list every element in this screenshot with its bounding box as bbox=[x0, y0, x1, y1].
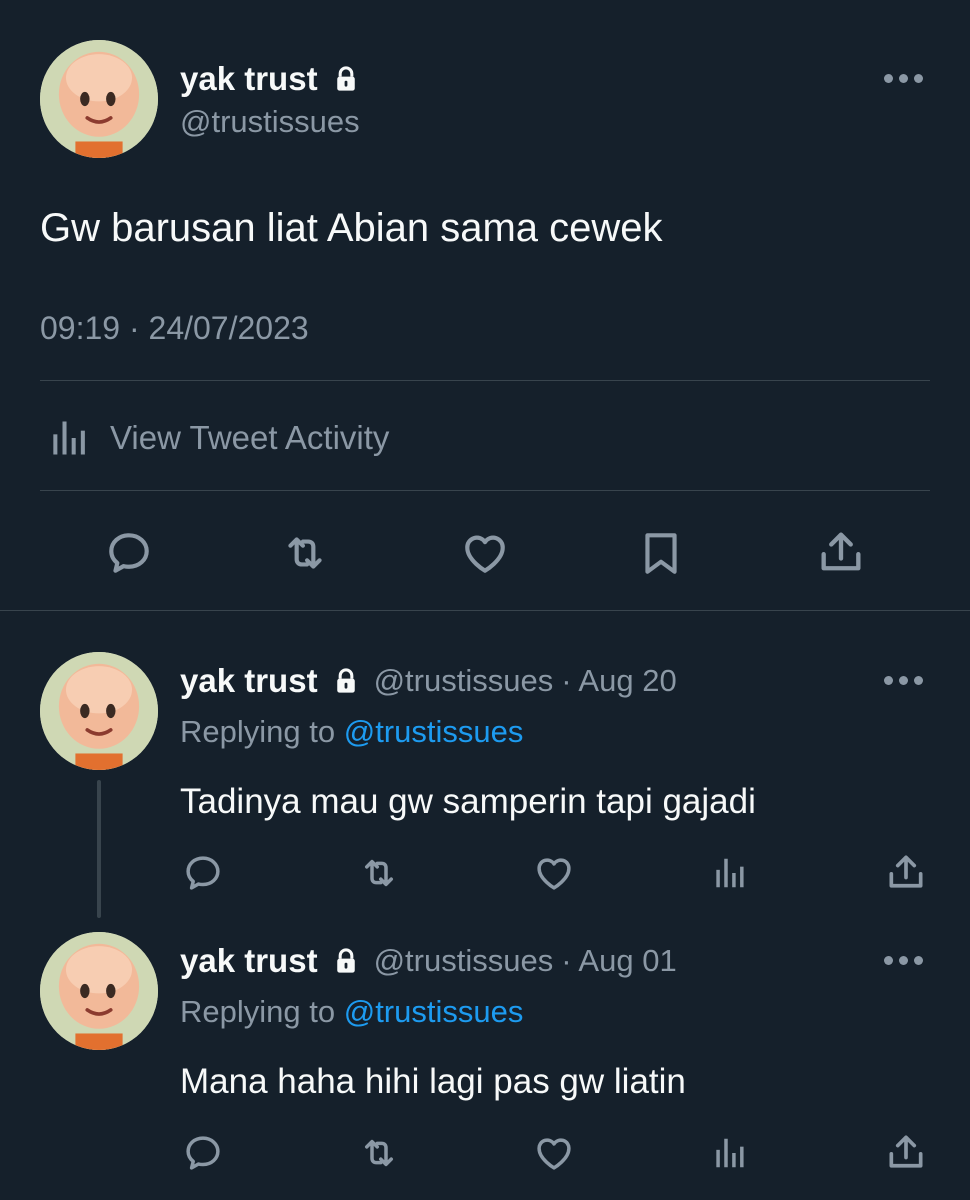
bookmark-button[interactable] bbox=[636, 526, 686, 580]
retweet-icon bbox=[355, 1132, 403, 1174]
analytics-button[interactable] bbox=[710, 1134, 748, 1172]
replying-to: Replying to @trustissues bbox=[180, 714, 523, 750]
more-options-button[interactable] bbox=[884, 74, 923, 83]
divider bbox=[40, 380, 930, 381]
view-tweet-activity-link[interactable]: View Tweet Activity bbox=[46, 416, 389, 460]
more-icon bbox=[884, 74, 893, 83]
tweet-timestamp[interactable]: 09:19 · 24/07/2023 bbox=[40, 310, 309, 347]
main-tweet-handle[interactable]: @trustissues bbox=[180, 104, 360, 140]
retweet-button[interactable] bbox=[275, 528, 335, 578]
share-button[interactable] bbox=[884, 1130, 928, 1174]
replying-to-handle-link[interactable]: @trustissues bbox=[344, 994, 524, 1029]
reply-icon bbox=[182, 852, 224, 894]
more-icon bbox=[884, 676, 893, 685]
thread-line bbox=[97, 780, 101, 918]
display-name[interactable]: yak trust bbox=[180, 942, 360, 980]
reply-header: yak trust @trustissues · Aug 01 bbox=[180, 942, 677, 980]
like-icon bbox=[533, 852, 575, 894]
analytics-icon bbox=[46, 416, 90, 460]
divider bbox=[40, 490, 930, 491]
replying-to: Replying to @trustissues bbox=[180, 994, 523, 1030]
retweet-icon bbox=[355, 852, 403, 894]
replying-to-handle-link[interactable]: @trustissues bbox=[344, 714, 524, 749]
reply-text: Mana haha hihi lagi pas gw liatin bbox=[180, 1062, 686, 1101]
lock-icon bbox=[332, 667, 360, 695]
reply-handle[interactable]: @trustissues bbox=[374, 943, 554, 979]
like-button[interactable] bbox=[533, 852, 575, 894]
lock-icon bbox=[332, 947, 360, 975]
reply-handle[interactable]: @trustissues bbox=[374, 663, 554, 699]
reply-button[interactable] bbox=[182, 852, 224, 894]
analytics-icon bbox=[710, 1134, 748, 1172]
reply-icon bbox=[182, 1132, 224, 1174]
more-icon bbox=[884, 956, 893, 965]
analytics-button[interactable] bbox=[710, 854, 748, 892]
lock-icon bbox=[332, 65, 360, 93]
reply-avatar[interactable] bbox=[40, 652, 158, 770]
tweet-text: Gw barusan liat Abian sama cewek bbox=[40, 206, 663, 250]
reply-text: Tadinya mau gw samperin tapi gajadi bbox=[180, 782, 756, 821]
more-options-button[interactable] bbox=[884, 676, 923, 685]
replying-to-label: Replying to bbox=[180, 714, 336, 749]
more-options-button[interactable] bbox=[884, 956, 923, 965]
analytics-icon bbox=[710, 854, 748, 892]
reply-icon bbox=[104, 528, 154, 578]
reply-avatar[interactable] bbox=[40, 932, 158, 1050]
display-name[interactable]: yak trust bbox=[180, 60, 318, 98]
retweet-icon bbox=[275, 528, 335, 578]
replying-to-label: Replying to bbox=[180, 994, 336, 1029]
reply-button[interactable] bbox=[182, 1132, 224, 1174]
share-icon bbox=[884, 850, 928, 894]
like-icon bbox=[459, 528, 511, 578]
retweet-button[interactable] bbox=[355, 1132, 403, 1174]
reply-date[interactable]: · Aug 20 bbox=[561, 663, 676, 699]
share-button[interactable] bbox=[884, 850, 928, 894]
share-icon bbox=[815, 526, 867, 578]
display-name-text: yak trust bbox=[180, 942, 318, 979]
main-tweet-display-name-row[interactable]: yak trust bbox=[180, 60, 360, 98]
section-divider bbox=[0, 610, 970, 611]
like-button[interactable] bbox=[459, 528, 511, 578]
reply-header: yak trust @trustissues · Aug 20 bbox=[180, 662, 677, 700]
retweet-button[interactable] bbox=[355, 852, 403, 894]
reply-button[interactable] bbox=[104, 528, 154, 578]
share-button[interactable] bbox=[815, 526, 867, 578]
display-name-text: yak trust bbox=[180, 662, 318, 699]
reply-date[interactable]: · Aug 01 bbox=[561, 943, 676, 979]
bookmark-icon bbox=[636, 526, 686, 580]
like-button[interactable] bbox=[533, 1132, 575, 1174]
like-icon bbox=[533, 1132, 575, 1174]
display-name[interactable]: yak trust bbox=[180, 662, 360, 700]
main-tweet-avatar[interactable] bbox=[40, 40, 158, 158]
share-icon bbox=[884, 1130, 928, 1174]
view-tweet-activity-label: View Tweet Activity bbox=[110, 419, 390, 456]
